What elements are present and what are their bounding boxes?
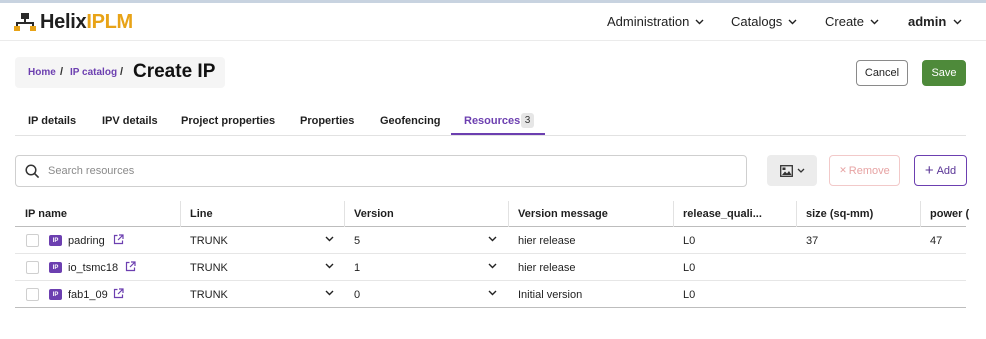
- column-header-release-qualifier[interactable]: release_quali...: [683, 208, 762, 220]
- power-value: 47: [930, 235, 943, 247]
- nav-catalogs-label: Catalogs: [731, 14, 783, 29]
- release-qualifier: L0: [683, 235, 696, 247]
- chevron-down-icon[interactable]: [488, 263, 497, 269]
- version-message: hier release: [518, 262, 576, 274]
- column-divider[interactable]: [508, 201, 509, 227]
- helix-iplm-logo[interactable]: HelixIPLM: [14, 10, 133, 34]
- line-select[interactable]: TRUNK: [190, 235, 228, 247]
- image-icon: [779, 164, 793, 177]
- column-divider[interactable]: [180, 201, 181, 227]
- tab-ipv-details[interactable]: IPV details: [102, 115, 158, 127]
- search-box: [15, 155, 747, 187]
- version-select[interactable]: 1: [354, 262, 360, 274]
- column-header-size[interactable]: size (sq-mm): [806, 208, 873, 220]
- chevron-down-icon[interactable]: [325, 236, 334, 242]
- chevron-down-icon[interactable]: [488, 290, 497, 296]
- chevron-down-icon: [788, 19, 797, 24]
- chevron-down-icon[interactable]: [325, 290, 334, 296]
- breadcrumb-ip-catalog-link[interactable]: IP catalog: [70, 67, 117, 78]
- tab-resources[interactable]: Resources: [464, 115, 520, 127]
- chevron-down-icon: [953, 19, 962, 24]
- chevron-down-icon[interactable]: [325, 263, 334, 269]
- table-row: IP padring TRUNK 5 hier release L0 37 47: [15, 227, 966, 254]
- tabs-divider: [15, 135, 966, 136]
- table-row: IP fab1_09 TRUNK 0 Initial version L0: [15, 281, 966, 308]
- tab-properties[interactable]: Properties: [300, 115, 354, 127]
- page-title: Create IP: [133, 61, 216, 82]
- breadcrumb-separator: /: [120, 66, 124, 78]
- release-qualifier: L0: [683, 289, 696, 301]
- ip-type-icon: IP: [49, 262, 62, 273]
- nav-administration[interactable]: Administration: [607, 14, 704, 29]
- logo-accent-text: IPLM: [86, 10, 133, 33]
- tab-geofencing[interactable]: Geofencing: [380, 115, 441, 127]
- logo-text: HelixIPLM: [40, 11, 133, 34]
- chevron-down-icon: [870, 19, 879, 24]
- nav-administration-label: Administration: [607, 14, 690, 29]
- nav-create[interactable]: Create: [825, 14, 879, 29]
- row-checkbox[interactable]: [26, 234, 39, 247]
- column-header-ip-name[interactable]: IP name: [25, 208, 67, 220]
- column-header-version[interactable]: Version: [354, 208, 394, 220]
- user-menu-label: admin: [908, 14, 947, 29]
- plus-icon: +: [924, 162, 934, 179]
- column-divider[interactable]: [673, 201, 674, 227]
- nav-catalogs[interactable]: Catalogs: [731, 14, 797, 29]
- remove-button-label: Remove: [848, 164, 890, 177]
- row-checkbox[interactable]: [26, 288, 39, 301]
- external-link-icon[interactable]: [125, 261, 136, 272]
- search-input[interactable]: [48, 162, 728, 180]
- cancel-button[interactable]: Cancel: [856, 60, 908, 86]
- version-message: hier release: [518, 235, 576, 247]
- line-select[interactable]: TRUNK: [190, 289, 228, 301]
- logo-icon: [14, 13, 36, 31]
- table-row: IP io_tsmc18 TRUNK 1 hier release L0: [15, 254, 966, 281]
- remove-button[interactable]: ✕ Remove: [829, 155, 900, 186]
- chevron-down-icon[interactable]: [488, 236, 497, 242]
- user-menu[interactable]: admin: [908, 14, 962, 29]
- app-header: HelixIPLM Administration Catalogs Create…: [0, 3, 986, 41]
- column-header-version-message[interactable]: Version message: [518, 208, 608, 220]
- search-icon: [25, 164, 40, 179]
- resources-count-badge: 3: [521, 113, 534, 128]
- add-button[interactable]: + Add: [914, 155, 967, 186]
- chevron-down-icon: [797, 168, 804, 173]
- ip-name-link[interactable]: padring: [68, 235, 105, 247]
- version-select[interactable]: 0: [354, 289, 360, 301]
- table-header: IP name Line Version Version message rel…: [15, 201, 969, 227]
- column-header-line[interactable]: Line: [190, 208, 213, 220]
- ip-name-link[interactable]: fab1_09: [68, 289, 108, 301]
- column-divider[interactable]: [920, 201, 921, 227]
- column-header-power[interactable]: power (: [930, 208, 969, 220]
- row-checkbox[interactable]: [26, 261, 39, 274]
- release-qualifier: L0: [683, 262, 696, 274]
- breadcrumb-separator: /: [60, 66, 64, 78]
- version-select[interactable]: 5: [354, 235, 360, 247]
- chevron-down-icon: [695, 19, 704, 24]
- size-value: 37: [806, 235, 819, 247]
- logo-main-text: Helix: [40, 10, 87, 33]
- column-picker-button[interactable]: [767, 155, 817, 186]
- save-button[interactable]: Save: [922, 60, 966, 86]
- line-select[interactable]: TRUNK: [190, 262, 228, 274]
- column-divider[interactable]: [796, 201, 797, 227]
- ip-name-link[interactable]: io_tsmc18: [68, 262, 118, 274]
- nav-create-label: Create: [825, 14, 865, 29]
- breadcrumb-home-link[interactable]: Home: [28, 67, 56, 78]
- ip-type-icon: IP: [49, 289, 62, 300]
- tab-ip-details[interactable]: IP details: [28, 115, 76, 127]
- external-link-icon[interactable]: [113, 234, 124, 245]
- external-link-icon[interactable]: [113, 288, 124, 299]
- version-message: Initial version: [518, 289, 583, 301]
- close-icon: ✕: [839, 165, 847, 175]
- column-divider[interactable]: [344, 201, 345, 227]
- ip-type-icon: IP: [49, 235, 62, 246]
- add-button-label: Add: [936, 164, 957, 177]
- resources-table: IP name Line Version Version message rel…: [15, 201, 969, 308]
- tab-project-properties[interactable]: Project properties: [181, 115, 275, 127]
